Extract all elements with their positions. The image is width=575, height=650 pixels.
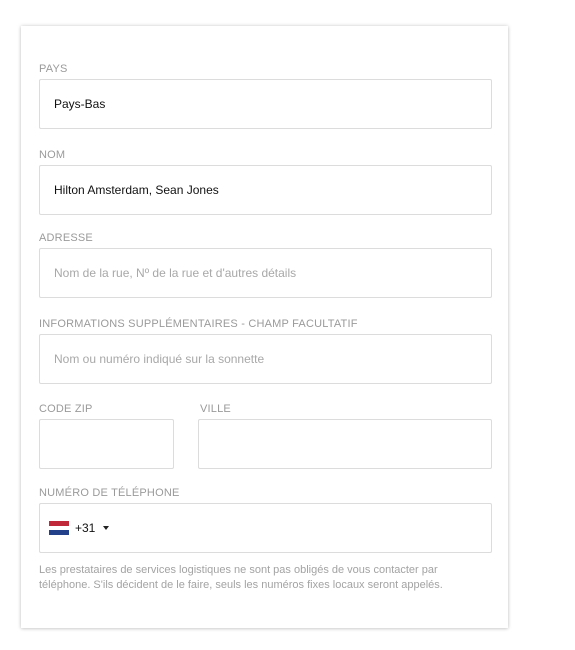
netherlands-flag-icon	[49, 521, 69, 536]
additional-info-label: INFORMATIONS SUPPLÉMENTAIRES - CHAMP FAC…	[39, 318, 358, 330]
name-field[interactable]	[39, 165, 492, 215]
zip-input[interactable]	[40, 420, 173, 468]
country-label: PAYS	[39, 63, 68, 75]
phone-field[interactable]: +31	[39, 503, 492, 553]
phone-label: NUMÉRO DE TÉLÉPHONE	[39, 487, 180, 499]
address-label: ADRESSE	[39, 232, 93, 244]
city-input[interactable]	[199, 420, 491, 468]
dial-code: +31	[75, 521, 96, 535]
shipping-address-form: PAYS NOM ADRESSE INFORMATIONS SUPPLÉMENT…	[21, 26, 508, 628]
address-field[interactable]	[39, 248, 492, 298]
zip-label: CODE ZIP	[39, 403, 93, 415]
additional-info-field[interactable]	[39, 334, 492, 384]
city-label: VILLE	[200, 403, 231, 415]
country-input[interactable]	[40, 80, 491, 128]
zip-field[interactable]	[39, 419, 174, 469]
city-field[interactable]	[198, 419, 492, 469]
country-code-selector[interactable]: +31	[49, 504, 110, 552]
name-label: NOM	[39, 149, 66, 161]
chevron-down-icon	[103, 526, 110, 530]
address-input[interactable]	[40, 249, 491, 297]
name-input[interactable]	[40, 166, 491, 214]
phone-help-text: Les prestataires de services logistiques…	[39, 564, 443, 591]
additional-info-input[interactable]	[40, 335, 491, 383]
country-field[interactable]	[39, 79, 492, 129]
